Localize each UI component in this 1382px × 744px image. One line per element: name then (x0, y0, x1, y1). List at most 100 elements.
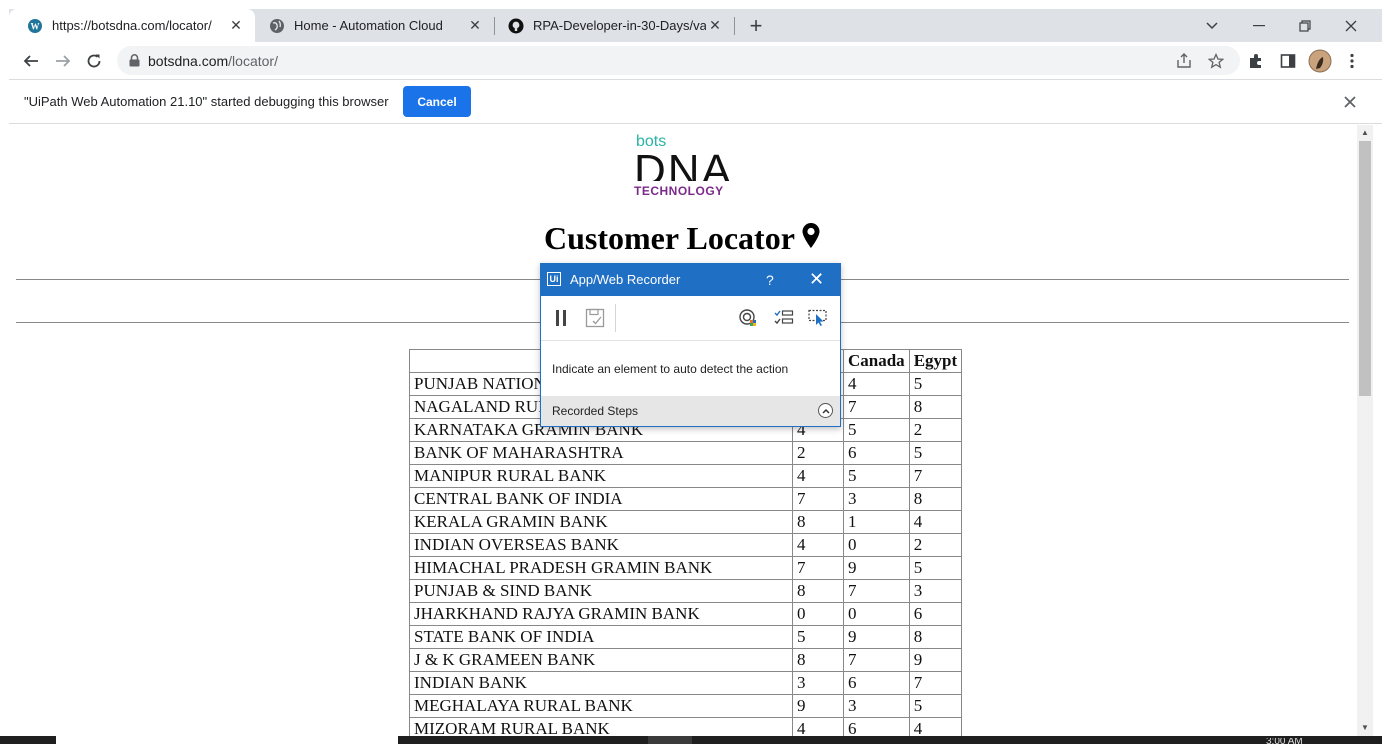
reload-icon[interactable] (80, 47, 108, 75)
tab-github-rpa[interactable]: RPA-Developer-in-30-Days/vajra ✕ (490, 9, 734, 42)
tab-botsdna-locator[interactable]: W https://botsdna.com/locator/ ✕ (9, 9, 255, 42)
share-icon[interactable] (1171, 47, 1197, 75)
taskbar-app-button[interactable] (648, 736, 692, 744)
taskbar-search-box[interactable] (56, 736, 398, 744)
table-row: MIZORAM RURAL BANK 4 6 4 (409, 717, 963, 736)
recorder-close-icon[interactable]: ✕ (809, 269, 824, 290)
table-row: INDIAN OVERSEAS BANK 4 0 2 (409, 533, 963, 557)
pause-icon[interactable] (550, 307, 572, 329)
profile-avatar[interactable] (1307, 47, 1333, 75)
location-pin-icon (801, 222, 821, 255)
table-cell: 4 (843, 372, 910, 396)
toolbar-separator (615, 304, 616, 332)
table-cell: 4 (908, 510, 963, 534)
recorder-hint-text: Indicate an element to auto detect the a… (552, 362, 789, 376)
taskbar: 3:00 AM (0, 736, 1382, 744)
page-content: bots DNA TECHNOLOGY Customer Locator Can… (9, 125, 1357, 736)
back-arrow-icon[interactable] (17, 47, 45, 75)
table-cell: 8 (792, 579, 844, 603)
botsdna-logo: bots DNA TECHNOLOGY (634, 133, 734, 199)
tab-search-chevron-icon[interactable] (1189, 9, 1235, 42)
bank-name-cell: STATE BANK OF INDIA (409, 625, 793, 649)
select-element-icon[interactable] (807, 307, 829, 329)
table-cell: 6 (908, 602, 963, 626)
recorded-steps-section[interactable]: Recorded Steps (541, 396, 840, 426)
table-cell: 9 (843, 556, 910, 580)
table-row: KERALA GRAMIN BANK 8 1 4 (409, 510, 963, 534)
table-cell: 4 (792, 717, 844, 736)
table-cell: 1 (843, 510, 910, 534)
table-cell: 8 (908, 625, 963, 649)
left-edge (0, 0, 9, 744)
table-cell: 7 (843, 395, 910, 419)
table-cell: 5 (908, 556, 963, 580)
column-header: Canada (843, 349, 910, 373)
save-and-exit-icon[interactable] (584, 307, 606, 329)
globe-icon (269, 18, 285, 34)
recorded-steps-label: Recorded Steps (552, 404, 639, 418)
table-cell: 9 (792, 694, 844, 718)
uipath-logo-icon: Ui (547, 272, 561, 286)
checklist-icon[interactable] (773, 307, 795, 329)
address-bar[interactable]: botsdna.com/locator/ (117, 46, 1240, 75)
tab-close-icon[interactable]: ✕ (706, 17, 724, 35)
table-cell: 9 (843, 625, 910, 649)
bank-name-cell: JHARKHAND RAJYA GRAMIN BANK (409, 602, 793, 626)
bank-name-cell: BANK OF MAHARASHTRA (409, 441, 793, 465)
table-cell: 5 (908, 372, 963, 396)
help-button[interactable]: ? (766, 272, 774, 288)
table-cell: 2 (908, 418, 963, 442)
extensions-icon[interactable] (1243, 47, 1269, 75)
table-row: MEGHALAYA RURAL BANK 9 3 5 (409, 694, 963, 718)
minimize-icon[interactable] (1236, 9, 1282, 42)
side-panel-icon[interactable] (1275, 47, 1301, 75)
table-cell: 4 (792, 533, 844, 557)
table-cell: 6 (843, 441, 910, 465)
url-text: botsdna.com/locator/ (148, 53, 278, 69)
url-path: /locator/ (228, 52, 278, 69)
app-web-recorder-window: Ui App/Web Recorder ? ✕ Indicate an elem… (540, 263, 841, 427)
table-cell: 5 (908, 694, 963, 718)
bookmark-star-icon[interactable] (1203, 47, 1229, 75)
recorder-title-bar[interactable]: Ui App/Web Recorder ? ✕ (541, 264, 840, 296)
forward-arrow-icon[interactable] (49, 47, 77, 75)
tab-close-icon[interactable]: ✕ (227, 17, 245, 35)
cancel-debugging-button[interactable]: Cancel (403, 86, 471, 117)
table-cell: 6 (843, 717, 910, 736)
bank-name-cell: MEGHALAYA RURAL BANK (409, 694, 793, 718)
scrollbar-thumb[interactable] (1359, 141, 1371, 396)
chrome-menu-icon[interactable] (1339, 47, 1365, 75)
table-cell: 6 (843, 671, 910, 695)
bank-name-cell: PUNJAB & SIND BANK (409, 579, 793, 603)
bank-name-cell: CENTRAL BANK OF INDIA (409, 487, 793, 511)
table-row: MANIPUR RURAL BANK 4 5 7 (409, 464, 963, 488)
recorder-title: App/Web Recorder (570, 272, 681, 287)
bank-name-cell: HIMACHAL PRADESH GRAMIN BANK (409, 556, 793, 580)
bank-name-cell: INDIAN BANK (409, 671, 793, 695)
table-cell: 8 (908, 487, 963, 511)
browser-toolbar: botsdna.com/locator/ (9, 42, 1382, 79)
collapse-chevron-icon[interactable] (818, 403, 833, 418)
table-cell: 7 (792, 487, 844, 511)
window-close-icon[interactable] (1328, 9, 1374, 42)
table-cell: 4 (908, 717, 963, 736)
scroll-down-arrow-icon[interactable]: ▼ (1361, 723, 1369, 732)
bank-name-cell: MIZORAM RURAL BANK (409, 717, 793, 736)
new-tab-button[interactable]: + (742, 9, 770, 42)
table-cell: 5 (792, 625, 844, 649)
lock-icon[interactable] (129, 54, 140, 67)
detect-target-icon[interactable] (737, 307, 759, 329)
bank-name-cell: MANIPUR RURAL BANK (409, 464, 793, 488)
infobar-message: "UiPath Web Automation 21.10" started de… (24, 94, 389, 109)
url-host: botsdna.com (148, 52, 229, 69)
scroll-up-arrow-icon[interactable]: ▲ (1361, 128, 1369, 137)
table-row: J & K GRAMEEN BANK 8 7 9 (409, 648, 963, 672)
infobar-close-icon[interactable] (1340, 92, 1360, 112)
table-cell: 7 (843, 648, 910, 672)
tab-close-icon[interactable]: ✕ (466, 17, 484, 35)
table-row: BANK OF MAHARASHTRA 2 6 5 (409, 441, 963, 465)
page-scrollbar[interactable]: ▲ ▼ (1357, 125, 1373, 736)
table-cell: 7 (908, 671, 963, 695)
restore-icon[interactable] (1282, 9, 1328, 42)
tab-automation-cloud[interactable]: Home - Automation Cloud ✕ (251, 9, 494, 42)
